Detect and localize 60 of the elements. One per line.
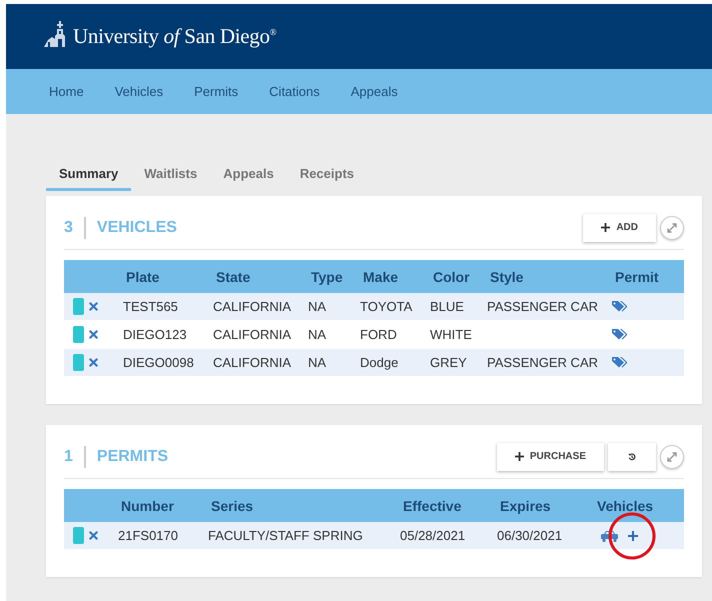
table-cell: DIEGO0098	[118, 349, 208, 376]
expand-button[interactable]	[660, 216, 684, 240]
table-cell: 21FS0170	[113, 522, 203, 549]
table-cell: Dodge	[355, 349, 425, 376]
column-header[interactable]: Permit	[607, 260, 684, 293]
column-header[interactable]: Style	[482, 260, 607, 293]
expand-icon	[667, 222, 677, 232]
column-header[interactable]: Series	[203, 489, 395, 522]
column-header[interactable]: Color	[425, 260, 482, 293]
table-cell: NA	[303, 293, 355, 320]
tab[interactable]: Waitlists	[131, 154, 210, 191]
table-cell: TEST565	[118, 293, 208, 320]
remove-icon[interactable]	[89, 330, 98, 339]
column-header[interactable]: Plate	[118, 260, 208, 293]
remove-icon[interactable]	[89, 531, 98, 540]
plus-icon	[514, 452, 524, 461]
add-button[interactable]: ADD	[583, 214, 656, 242]
tags-icon[interactable]	[612, 329, 627, 340]
table-cell: FACULTY/STAFF SPRING	[203, 522, 395, 549]
table-cell: NA	[303, 349, 355, 376]
remove-icon[interactable]	[89, 302, 98, 311]
history-icon	[628, 450, 636, 462]
nav-link[interactable]: Appeals	[350, 84, 414, 99]
remove-icon[interactable]	[89, 358, 98, 367]
table-cell: 06/30/2021	[492, 522, 589, 549]
table-cell: 05/28/2021	[395, 522, 492, 549]
table-cell: GREY	[425, 349, 482, 376]
plus-icon	[601, 223, 610, 232]
section-title: PERMITS	[96, 448, 170, 466]
column-header[interactable]: State	[208, 260, 303, 293]
tags-icon[interactable]	[612, 357, 627, 368]
add-vehicle-icon[interactable]	[628, 530, 638, 540]
item-count: 3	[64, 216, 86, 238]
table-cell: CALIFORNIA	[208, 293, 303, 320]
table-cell: PASSENGER CAR	[482, 293, 607, 320]
nav-link[interactable]: Vehicles	[114, 84, 180, 99]
column-header[interactable]: Effective	[395, 489, 492, 522]
expand-button[interactable]	[660, 444, 684, 468]
tags-icon[interactable]	[612, 301, 627, 312]
add-button[interactable]: PURCHASE	[496, 442, 604, 470]
nav-link[interactable]: Home	[49, 84, 100, 99]
expand-icon	[667, 452, 677, 462]
column-header[interactable]: Type	[303, 260, 355, 293]
column-header[interactable]: Vehicles	[589, 489, 684, 522]
column-header[interactable]: Number	[113, 489, 203, 522]
tab[interactable]: Receipts	[286, 154, 368, 191]
university-logo[interactable]: University of San Diego$^{®}$	[73, 24, 276, 49]
table-cell: TOYOTA	[355, 293, 425, 320]
tab[interactable]: Summary	[46, 154, 132, 191]
column-header[interactable]: Make	[355, 260, 425, 293]
nav-link[interactable]: Citations	[269, 84, 336, 99]
section-title: VEHICLES	[96, 218, 178, 236]
car-icon[interactable]	[601, 530, 618, 542]
item-count: 1	[64, 446, 86, 468]
column-header[interactable]: Expires	[492, 489, 589, 522]
tab[interactable]: Appeals	[210, 154, 287, 191]
table-cell: CALIFORNIA	[208, 349, 303, 376]
nav-link[interactable]: Permits	[194, 84, 254, 99]
table-cell: BLUE	[425, 293, 482, 320]
table-cell: PASSENGER CAR	[482, 349, 607, 376]
